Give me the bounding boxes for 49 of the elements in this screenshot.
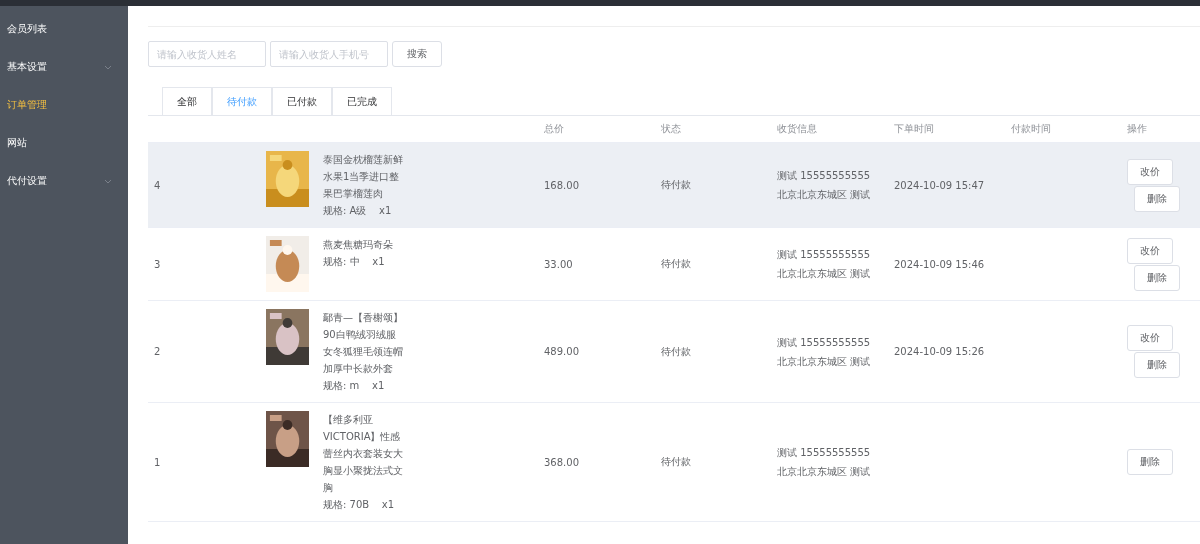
search-button[interactable]: 搜索 xyxy=(392,41,442,67)
column-header: 操作 xyxy=(1127,122,1148,136)
table-cell: 2024-10-09 15:46 xyxy=(894,258,985,270)
action-button[interactable]: 删除 xyxy=(1134,264,1180,291)
table-cell: 2024-10-09 15:26 xyxy=(894,346,985,357)
table-cell: 待付款 xyxy=(661,456,691,467)
product-spec: 规格: A级 x1 xyxy=(323,204,393,218)
action-button[interactable]: 改价 xyxy=(1127,237,1173,264)
action-button[interactable]: 改价 xyxy=(1127,158,1173,185)
table-cell: 待付款 xyxy=(661,179,691,190)
table-cell: 2 xyxy=(154,346,161,357)
table-cell-text: 测试 15555555555 北京北京东城区 测试 xyxy=(777,169,872,202)
table-cell: 4 xyxy=(154,179,161,191)
table-cell: 368.00 xyxy=(544,456,579,468)
action-button[interactable]: 删除 xyxy=(1134,185,1180,212)
table-cell: 待付款 xyxy=(661,258,691,269)
product-spec: 规格: m x1 xyxy=(323,379,386,393)
product-title: 【维多利亚 VICTORIA】性感蕾丝内衣套装女大胸显小聚拢法式文胸 xyxy=(323,413,404,495)
table-cell-text: 测试 15555555555 北京北京东城区 测试 xyxy=(777,248,872,281)
column-header: 总价 xyxy=(544,122,565,136)
tab[interactable]: 已付款 xyxy=(272,87,332,115)
table-cell-text: 测试 15555555555 北京北京东城区 测试 xyxy=(777,335,872,369)
tab[interactable]: 已完成 xyxy=(332,87,392,115)
table-cell: 168.00 xyxy=(544,179,579,191)
product-title: 燕麦焦糖玛奇朵 xyxy=(323,238,394,252)
action-button[interactable]: 改价 xyxy=(1127,325,1173,351)
action-button[interactable]: 删除 xyxy=(1127,449,1173,475)
table-cell: 33.00 xyxy=(544,258,573,270)
table-cell-text: 测试 15555555555 北京北京东城区 测试 xyxy=(777,446,872,479)
column-header: 付款时间 xyxy=(1011,122,1052,136)
table-cell: 待付款 xyxy=(661,345,691,357)
sidebar-item[interactable]: 订单管理 xyxy=(0,86,128,124)
product-title: 泰国金枕榴莲新鲜水果1当季进口整果巴掌榴莲肉 xyxy=(323,153,404,201)
column-header: 下单时间 xyxy=(894,122,935,136)
sidebar-item[interactable]: 代付设置 xyxy=(0,162,128,200)
sidebar-item[interactable]: 网站 xyxy=(0,124,128,162)
product-spec: 规格: 70B x1 xyxy=(323,498,396,512)
table-cell: 3 xyxy=(154,258,161,270)
table-cell: 2024-10-09 15:47 xyxy=(894,179,985,191)
table-cell: 1 xyxy=(154,456,161,468)
column-header: 收货信息 xyxy=(777,122,818,136)
product-title: 鄢青—【香榭颂】90白鸭绒羽绒服女冬狐狸毛领连帽加厚中长款外套 xyxy=(323,311,404,376)
sidebar-item[interactable]: 会员列表 xyxy=(0,10,128,48)
table-cell: 489.00 xyxy=(544,346,579,357)
column-header: 状态 xyxy=(661,122,682,136)
tab[interactable]: 全部 xyxy=(162,87,212,115)
sidebar-item[interactable]: 基本设置 xyxy=(0,48,128,86)
product-spec: 规格: 中 x1 xyxy=(323,255,386,269)
action-button[interactable]: 删除 xyxy=(1134,352,1180,378)
